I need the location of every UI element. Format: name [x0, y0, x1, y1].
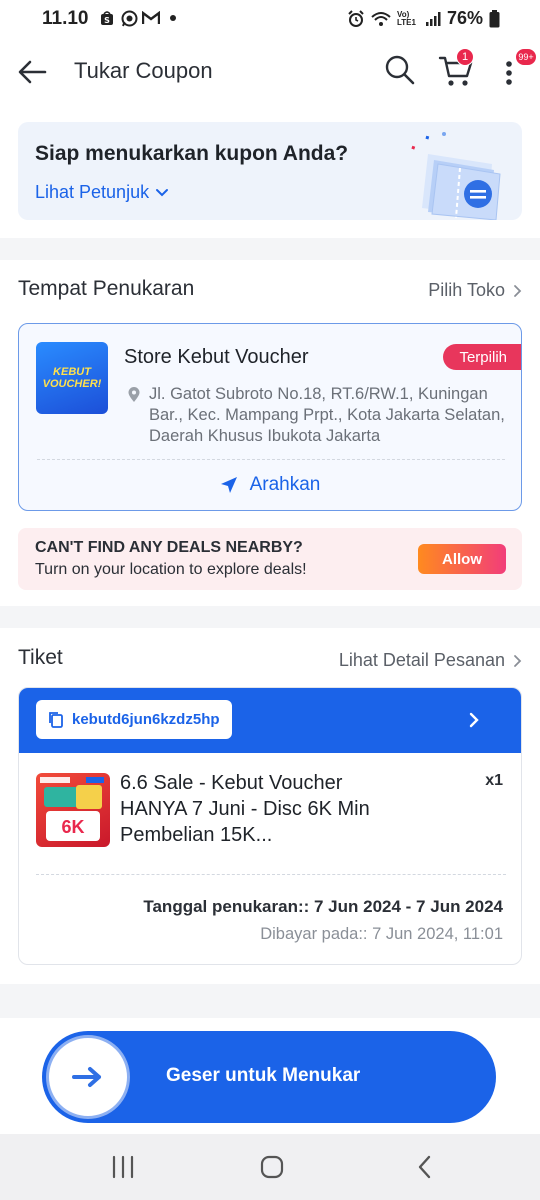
status-bar: 11.10 S Vo) LTE1 76% [0, 0, 540, 38]
product-image-text: 6K [61, 817, 84, 837]
product-title: 6.6 Sale - Kebut Voucher HANYA 7 Juni - … [120, 772, 370, 846]
store-name: Store Kebut Voucher [124, 346, 309, 368]
alarm-icon [348, 9, 364, 27]
more-notifications-dot [170, 15, 176, 21]
recent-apps-icon [112, 1155, 134, 1179]
page-title: Tukar Coupon [74, 58, 213, 83]
location-pin-icon [128, 387, 140, 402]
signal-icon [425, 11, 441, 26]
voucher-code-chip[interactable]: kebutd6jun6kzdz5hp [36, 700, 232, 739]
chevron-right-icon [469, 712, 479, 728]
recent-apps-button[interactable] [108, 1152, 138, 1182]
slider-label: Geser untuk Menukar [166, 1065, 361, 1086]
selected-badge: Terpilih [443, 344, 521, 370]
voucher-thumbnail: 6K [40, 777, 104, 841]
directions-button[interactable]: Arahkan [19, 460, 521, 510]
search-icon [385, 55, 415, 85]
store-address-text: Jl. Gatot Subroto No.18, RT.6/RW.1, Kuni… [149, 385, 505, 445]
hero-card: Siap menukarkan kupon Anda? Lihat Petunj… [18, 122, 522, 220]
product-quantity: x1 [485, 772, 503, 789]
chevron-down-icon [156, 188, 169, 196]
swipe-to-redeem-slider[interactable]: Geser untuk Menukar [42, 1031, 496, 1123]
ticket-divider [36, 874, 506, 875]
redemption-date: Tanggal penukaran:: 7 Jun 2024 - 7 Jun 2… [143, 897, 503, 916]
system-navigation-bar [0, 1134, 540, 1200]
system-icons: Vo) LTE1 76% [347, 8, 500, 29]
section-title-ticket: Tiket [18, 646, 63, 669]
payment-date: Dibayar pada:: 7 Jun 2024, 11:01 [260, 925, 503, 943]
directions-label: Arahkan [249, 474, 321, 495]
hero-section: Siap menukarkan kupon Anda? Lihat Petunj… [0, 104, 540, 238]
ticket-code-header[interactable]: kebutd6jun6kzdz5hp [19, 688, 521, 753]
app-header: Tukar Coupon 1 99+ [0, 38, 540, 104]
hero-title: Siap menukarkan kupon Anda? [35, 142, 349, 165]
chevron-left-icon [418, 1155, 431, 1179]
search-button[interactable] [384, 54, 416, 86]
order-detail-link[interactable]: Lihat Detail Pesanan [339, 650, 522, 671]
instructions-link-label: Lihat Petunjuk [35, 182, 150, 202]
instructions-link[interactable]: Lihat Petunjuk [35, 182, 169, 203]
back-button[interactable] [16, 56, 48, 88]
selected-store-card[interactable]: KEBUT VOUCHER! Store Kebut Voucher Terpi… [18, 323, 522, 511]
chevron-right-icon [514, 284, 522, 297]
store-address: Jl. Gatot Subroto No.18, RT.6/RW.1, Kuni… [127, 384, 517, 447]
voucher-code: kebutd6jun6kzdz5hp [72, 711, 220, 728]
notification-count-badge: 99+ [515, 48, 537, 66]
network-label: Vo) LTE1 [396, 9, 416, 27]
store-logo: KEBUT VOUCHER! [36, 342, 108, 414]
bottom-action-bar: Geser untuk Menukar [0, 1018, 540, 1134]
shopee-notification-icon: S [98, 9, 116, 27]
arrow-left-icon [18, 60, 47, 84]
svg-text:S: S [104, 16, 110, 25]
arrow-right-icon [72, 1067, 101, 1087]
product-image: 6K [36, 773, 110, 847]
location-deals-banner: CAN'T FIND ANY DEALS NEARBY? Turn on you… [18, 528, 522, 590]
order-detail-label: Lihat Detail Pesanan [338, 650, 505, 670]
allow-location-button[interactable]: Allow [418, 544, 506, 574]
notification-icons: S [98, 9, 176, 27]
gmail-notification-icon [142, 9, 160, 27]
battery-percent: 76% [446, 8, 483, 28]
redemption-place-section: Tempat Penukaran Pilih Toko KEBUT VOUCHE… [0, 260, 540, 606]
deals-banner-subtitle: Turn on your location to explore deals! [35, 561, 307, 578]
ticket-card: kebutd6jun6kzdz5hp 6K 6.6 Sale - Kebut V… [18, 687, 522, 965]
slider-thumb[interactable] [46, 1035, 130, 1119]
wifi-icon [371, 11, 391, 26]
whatsapp-notification-icon [120, 9, 138, 27]
choose-store-label: Pilih Toko [428, 280, 505, 300]
page: 11.10 S Vo) LTE1 76% Tukar Coupon 1 99+ … [0, 0, 540, 1200]
section-title-redemption-place: Tempat Penukaran [18, 277, 195, 300]
ticket-section: Tiket Lihat Detail Pesanan kebutd6jun6kz… [0, 628, 540, 984]
home-button[interactable] [257, 1152, 287, 1182]
battery-icon [489, 9, 500, 27]
coupon-illustration [411, 132, 501, 220]
home-icon [260, 1155, 284, 1179]
cart-count-badge: 1 [456, 48, 474, 66]
navigation-arrow-icon [220, 477, 237, 493]
store-logo-text: KEBUT VOUCHER! [42, 366, 102, 390]
back-nav-button[interactable] [410, 1152, 440, 1182]
copy-icon [49, 711, 63, 728]
status-time: 11.10 [42, 8, 89, 29]
deals-banner-title: CAN'T FIND ANY DEALS NEARBY? [35, 539, 303, 556]
chevron-right-icon [514, 654, 522, 667]
choose-store-link[interactable]: Pilih Toko [428, 280, 522, 301]
